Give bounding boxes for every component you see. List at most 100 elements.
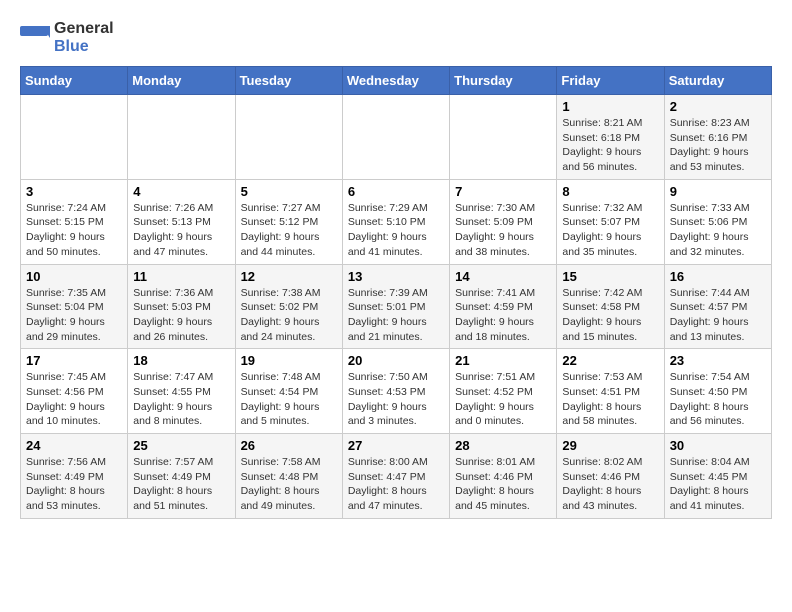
day-info: Sunrise: 7:24 AM Sunset: 5:15 PM Dayligh… (26, 201, 122, 260)
logo-blue: Blue (54, 38, 89, 55)
calendar-header-row: SundayMondayTuesdayWednesdayThursdayFrid… (21, 67, 772, 95)
day-info: Sunrise: 7:51 AM Sunset: 4:52 PM Dayligh… (455, 370, 551, 429)
calendar-cell: 12 Sunrise: 7:38 AM Sunset: 5:02 PM Dayli… (235, 264, 342, 349)
calendar-cell: 11Sunrise: 7:36 AM Sunset: 5:03 PM Dayli… (128, 264, 235, 349)
day-info: Sunrise: 7:32 AM Sunset: 5:07 PM Dayligh… (562, 201, 658, 260)
day-number: 6 (348, 184, 444, 199)
day-info: Sunrise: 8:01 AM Sunset: 4:46 PM Dayligh… (455, 455, 551, 514)
calendar-cell: 14 Sunrise: 7:41 AM Sunset: 4:59 PM Dayli… (450, 264, 557, 349)
header-monday: Monday (128, 67, 235, 95)
day-number: 25 (133, 438, 229, 453)
calendar-cell: 30Sunrise: 8:04 AM Sunset: 4:45 PM Dayli… (664, 434, 771, 519)
calendar-cell: 18 Sunrise: 7:47 AM Sunset: 4:55 PM Dayli… (128, 349, 235, 434)
calendar-cell: 29 Sunrise: 8:02 AM Sunset: 4:46 PM Dayli… (557, 434, 664, 519)
calendar-cell: 13 Sunrise: 7:39 AM Sunset: 5:01 PM Dayli… (342, 264, 449, 349)
logo: General Blue (20, 20, 114, 56)
day-info: Sunrise: 7:56 AM Sunset: 4:49 PM Dayligh… (26, 455, 122, 514)
day-number: 22 (562, 353, 658, 368)
day-info: Sunrise: 7:57 AM Sunset: 4:49 PM Dayligh… (133, 455, 229, 514)
day-number: 23 (670, 353, 766, 368)
calendar-cell: 24Sunrise: 7:56 AM Sunset: 4:49 PM Dayli… (21, 434, 128, 519)
calendar-cell (128, 95, 235, 180)
day-info: Sunrise: 7:27 AM Sunset: 5:12 PM Dayligh… (241, 201, 337, 260)
header-wednesday: Wednesday (342, 67, 449, 95)
day-number: 12 (241, 269, 337, 284)
day-number: 21 (455, 353, 551, 368)
day-number: 17 (26, 353, 122, 368)
day-number: 3 (26, 184, 122, 199)
day-number: 18 (133, 353, 229, 368)
calendar-cell: 2 Sunrise: 8:23 AM Sunset: 6:16 PM Daylig… (664, 95, 771, 180)
day-number: 15 (562, 269, 658, 284)
day-info: Sunrise: 8:21 AM Sunset: 6:18 PM Dayligh… (562, 116, 658, 175)
calendar-cell (235, 95, 342, 180)
day-info: Sunrise: 7:44 AM Sunset: 4:57 PM Dayligh… (670, 286, 766, 345)
calendar-cell: 1Sunrise: 8:21 AM Sunset: 6:18 PM Daylig… (557, 95, 664, 180)
calendar-cell: 8 Sunrise: 7:32 AM Sunset: 5:07 PM Daylig… (557, 179, 664, 264)
calendar-cell: 9 Sunrise: 7:33 AM Sunset: 5:06 PM Daylig… (664, 179, 771, 264)
day-info: Sunrise: 7:58 AM Sunset: 4:48 PM Dayligh… (241, 455, 337, 514)
day-info: Sunrise: 8:04 AM Sunset: 4:45 PM Dayligh… (670, 455, 766, 514)
day-number: 27 (348, 438, 444, 453)
day-number: 11 (133, 269, 229, 284)
day-number: 10 (26, 269, 122, 284)
day-info: Sunrise: 7:29 AM Sunset: 5:10 PM Dayligh… (348, 201, 444, 260)
calendar-week-1: 3 Sunrise: 7:24 AM Sunset: 5:15 PM Daylig… (21, 179, 772, 264)
day-info: Sunrise: 7:53 AM Sunset: 4:51 PM Dayligh… (562, 370, 658, 429)
calendar-cell: 21 Sunrise: 7:51 AM Sunset: 4:52 PM Dayli… (450, 349, 557, 434)
day-number: 20 (348, 353, 444, 368)
logo-icon (20, 26, 50, 50)
header-friday: Friday (557, 67, 664, 95)
calendar-cell: 23 Sunrise: 7:54 AM Sunset: 4:50 PM Dayli… (664, 349, 771, 434)
day-info: Sunrise: 7:45 AM Sunset: 4:56 PM Dayligh… (26, 370, 122, 429)
header-sunday: Sunday (21, 67, 128, 95)
day-number: 14 (455, 269, 551, 284)
calendar-week-4: 24Sunrise: 7:56 AM Sunset: 4:49 PM Dayli… (21, 434, 772, 519)
day-info: Sunrise: 7:48 AM Sunset: 4:54 PM Dayligh… (241, 370, 337, 429)
day-info: Sunrise: 7:35 AM Sunset: 5:04 PM Dayligh… (26, 286, 122, 345)
calendar-cell: 19Sunrise: 7:48 AM Sunset: 4:54 PM Dayli… (235, 349, 342, 434)
calendar-cell: 4Sunrise: 7:26 AM Sunset: 5:13 PM Daylig… (128, 179, 235, 264)
calendar-table: SundayMondayTuesdayWednesdayThursdayFrid… (20, 66, 772, 519)
day-number: 29 (562, 438, 658, 453)
calendar-cell (450, 95, 557, 180)
day-number: 9 (670, 184, 766, 199)
calendar-cell: 10 Sunrise: 7:35 AM Sunset: 5:04 PM Dayli… (21, 264, 128, 349)
calendar-week-0: 1Sunrise: 8:21 AM Sunset: 6:18 PM Daylig… (21, 95, 772, 180)
day-info: Sunrise: 7:50 AM Sunset: 4:53 PM Dayligh… (348, 370, 444, 429)
day-info: Sunrise: 7:42 AM Sunset: 4:58 PM Dayligh… (562, 286, 658, 345)
header-tuesday: Tuesday (235, 67, 342, 95)
calendar-cell: 25 Sunrise: 7:57 AM Sunset: 4:49 PM Dayli… (128, 434, 235, 519)
calendar-cell: 7 Sunrise: 7:30 AM Sunset: 5:09 PM Daylig… (450, 179, 557, 264)
calendar-week-3: 17 Sunrise: 7:45 AM Sunset: 4:56 PM Dayli… (21, 349, 772, 434)
calendar-cell (21, 95, 128, 180)
day-info: Sunrise: 8:00 AM Sunset: 4:47 PM Dayligh… (348, 455, 444, 514)
logo-general: General (54, 20, 114, 37)
day-number: 13 (348, 269, 444, 284)
day-info: Sunrise: 7:39 AM Sunset: 5:01 PM Dayligh… (348, 286, 444, 345)
day-info: Sunrise: 8:02 AM Sunset: 4:46 PM Dayligh… (562, 455, 658, 514)
calendar-week-2: 10 Sunrise: 7:35 AM Sunset: 5:04 PM Dayli… (21, 264, 772, 349)
header-saturday: Saturday (664, 67, 771, 95)
calendar-cell: 28 Sunrise: 8:01 AM Sunset: 4:46 PM Dayli… (450, 434, 557, 519)
day-number: 16 (670, 269, 766, 284)
calendar-cell: 3 Sunrise: 7:24 AM Sunset: 5:15 PM Daylig… (21, 179, 128, 264)
day-info: Sunrise: 7:47 AM Sunset: 4:55 PM Dayligh… (133, 370, 229, 429)
day-info: Sunrise: 7:41 AM Sunset: 4:59 PM Dayligh… (455, 286, 551, 345)
day-info: Sunrise: 8:23 AM Sunset: 6:16 PM Dayligh… (670, 116, 766, 175)
day-number: 7 (455, 184, 551, 199)
day-info: Sunrise: 7:38 AM Sunset: 5:02 PM Dayligh… (241, 286, 337, 345)
day-info: Sunrise: 7:30 AM Sunset: 5:09 PM Dayligh… (455, 201, 551, 260)
day-number: 2 (670, 99, 766, 114)
calendar-cell: 20 Sunrise: 7:50 AM Sunset: 4:53 PM Dayli… (342, 349, 449, 434)
day-info: Sunrise: 7:33 AM Sunset: 5:06 PM Dayligh… (670, 201, 766, 260)
header: General Blue (20, 20, 772, 56)
day-info: Sunrise: 7:54 AM Sunset: 4:50 PM Dayligh… (670, 370, 766, 429)
calendar-cell: 27 Sunrise: 8:00 AM Sunset: 4:47 PM Dayli… (342, 434, 449, 519)
calendar-cell: 6 Sunrise: 7:29 AM Sunset: 5:10 PM Daylig… (342, 179, 449, 264)
calendar-cell: 26Sunrise: 7:58 AM Sunset: 4:48 PM Dayli… (235, 434, 342, 519)
day-number: 8 (562, 184, 658, 199)
calendar-cell: 17 Sunrise: 7:45 AM Sunset: 4:56 PM Dayli… (21, 349, 128, 434)
day-number: 4 (133, 184, 229, 199)
day-number: 28 (455, 438, 551, 453)
